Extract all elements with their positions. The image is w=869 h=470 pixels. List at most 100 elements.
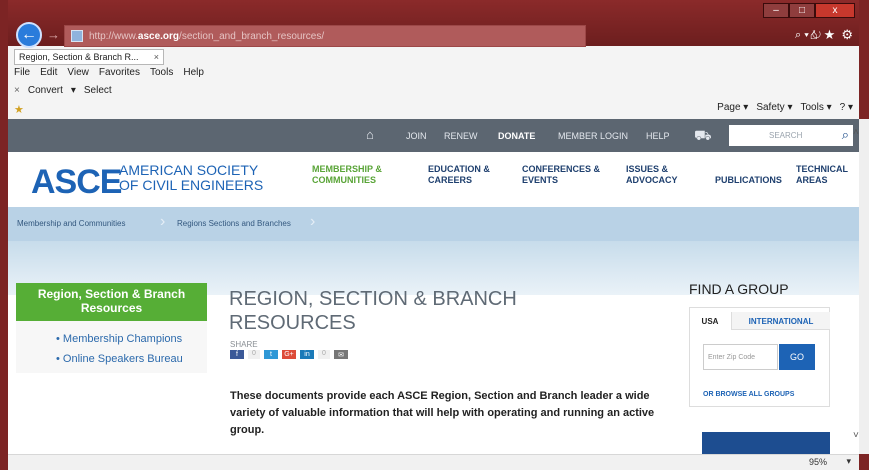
scroll-up-icon[interactable]: ˄ (853, 127, 859, 138)
nav-conferences[interactable]: CONFERENCES & EVENTS (522, 164, 600, 186)
promo-panel (702, 432, 830, 454)
zip-code-input[interactable]: Enter Zip Code (703, 344, 778, 370)
tab-title: Region, Section & Branch R... (19, 52, 139, 62)
breadcrumb-item[interactable]: Regions Sections and Branches (177, 219, 291, 228)
sidebar-link-membership-champions[interactable]: • Membership Champions (56, 333, 182, 345)
close-button[interactable]: x (815, 3, 855, 18)
site-search-input[interactable]: SEARCH ⌕ (729, 125, 853, 146)
browse-all-groups-link[interactable]: OR BROWSE ALL GROUPS (703, 391, 794, 398)
menu-view[interactable]: View (67, 67, 89, 81)
breadcrumb-chevron-icon: › (310, 213, 316, 230)
tab-international[interactable]: INTERNATIONAL (732, 312, 830, 330)
command-bar: × Convert ▾ Select (14, 83, 112, 97)
nav-membership-line1: MEMBERSHIP & (312, 164, 382, 174)
zoom-dropdown-icon[interactable]: ▾ (846, 456, 851, 467)
nav-education-line1: EDUCATION & (428, 164, 490, 174)
linkedin-share-count: 0 (318, 350, 330, 359)
breadcrumb: Membership and Communities › Regions Sec… (8, 207, 859, 241)
address-bar[interactable]: http://www. asce.org /section_and_branch… (64, 25, 586, 47)
go-button[interactable]: GO (779, 344, 815, 370)
home-favorites-settings-icons[interactable]: ⌂★⚙ (810, 27, 859, 43)
find-group-tabs: USA INTERNATIONAL (689, 312, 830, 330)
menu-file[interactable]: File (14, 67, 30, 81)
join-link[interactable]: JOIN (406, 131, 427, 141)
address-prefix: http://www. (89, 30, 138, 42)
tab-close-icon[interactable]: × (154, 52, 159, 62)
renew-link[interactable]: RENEW (444, 131, 478, 141)
sidebar-link-label: Membership Champions (62, 333, 183, 345)
tools-menu[interactable]: Tools ▾ (800, 102, 831, 113)
find-group-title: FIND A GROUP (689, 281, 789, 297)
nav-membership[interactable]: MEMBERSHIP & COMMUNITIES (312, 164, 382, 186)
bullet-icon: • (56, 333, 63, 345)
browser-tab[interactable]: Region, Section & Branch R... × (14, 49, 164, 65)
nav-education[interactable]: EDUCATION & CAREERS (428, 164, 490, 186)
select-button[interactable]: Select (84, 85, 112, 96)
page-favicon-icon (71, 30, 83, 42)
tab-usa[interactable]: USA (689, 312, 732, 330)
nav-issues-line2: ADVOCACY (626, 175, 678, 185)
nav-issues-line1: ISSUES & (626, 164, 669, 174)
nav-issues[interactable]: ISSUES & ADVOCACY (626, 164, 678, 186)
search-placeholder: SEARCH (769, 131, 803, 140)
share-label: SHARE (230, 340, 258, 349)
nav-publications[interactable]: PUBLICATIONS (715, 175, 782, 186)
right-command-bar: Page ▾ Safety ▾ Tools ▾ ? ▾ (717, 102, 853, 113)
search-icon[interactable]: ⌕ (842, 127, 849, 143)
breadcrumb-item[interactable]: Membership and Communities (17, 219, 126, 228)
convert-button[interactable]: Convert (28, 85, 63, 96)
asce-logo-text[interactable]: AMERICAN SOCIETY OF CIVIL ENGINEERS (119, 163, 263, 193)
donate-link[interactable]: DONATE (498, 131, 535, 141)
twitter-share-icon[interactable]: t (264, 350, 278, 359)
sidebar-panel: • Membership Champions • Online Speakers… (16, 321, 207, 373)
intro-paragraph: These documents provide each ASCE Region… (230, 390, 655, 436)
page-menu[interactable]: Page ▾ (717, 102, 748, 113)
breadcrumb-chevron-icon: › (160, 213, 166, 230)
menu-help[interactable]: Help (183, 67, 204, 81)
cart-icon[interactable]: ⛟ (694, 127, 712, 146)
favorites-bar-icon[interactable]: ★ (14, 103, 24, 116)
page-viewport: ⌂ JOIN RENEW DONATE MEMBER LOGIN HELP ⛟ … (8, 119, 859, 454)
menu-tools[interactable]: Tools (150, 67, 173, 81)
vertical-scrollbar[interactable] (859, 119, 869, 454)
help-menu[interactable]: ? ▾ (840, 102, 853, 113)
home-icon[interactable]: ⌂ (366, 127, 374, 142)
menu-edit[interactable]: Edit (40, 67, 57, 81)
window-border-left (0, 0, 8, 470)
share-buttons: f 0 t G+ in 0 ✉ (230, 350, 348, 359)
maximize-button[interactable]: □ (789, 3, 815, 18)
address-path: /section_and_branch_resources/ (179, 30, 325, 42)
page-title: REGION, SECTION & BRANCH RESOURCES (229, 287, 589, 335)
menu-favorites[interactable]: Favorites (99, 67, 140, 81)
nav-membership-line2: COMMUNITIES (312, 175, 376, 185)
nav-conferences-line2: EVENTS (522, 175, 559, 185)
google-plus-share-icon[interactable]: G+ (282, 350, 296, 359)
sidebar-link-label: Online Speakers Bureau (62, 353, 183, 365)
asce-logo[interactable]: ASCE (31, 163, 122, 202)
minimize-button[interactable]: ‒ (763, 3, 789, 18)
member-login-link[interactable]: MEMBER LOGIN (558, 131, 628, 141)
menu-bar: File Edit View Favorites Tools Help (14, 67, 204, 81)
back-button[interactable]: ← (16, 22, 42, 48)
email-share-icon[interactable]: ✉ (334, 350, 348, 359)
convert-dropdown-icon[interactable]: ▾ (71, 85, 76, 96)
address-domain: asce.org (137, 30, 180, 42)
nav-technical-line2: AREAS (796, 175, 828, 185)
linkedin-share-icon[interactable]: in (300, 350, 314, 359)
forward-button[interactable]: → (47, 27, 60, 42)
logo-line-2: OF CIVIL ENGINEERS (119, 177, 264, 193)
status-bar: 95% ▾ (8, 454, 859, 470)
nav-publications-line1: PUBLICATIONS (715, 175, 782, 185)
zoom-level[interactable]: 95% (809, 457, 827, 467)
nav-technical-line1: TECHNICAL (796, 164, 848, 174)
facebook-share-count: 0 (248, 350, 260, 359)
toolbar-close-icon[interactable]: × (14, 85, 20, 96)
nav-technical[interactable]: TECHNICAL AREAS (796, 164, 848, 186)
help-link[interactable]: HELP (646, 131, 670, 141)
window-controls: ‒ □ x (763, 3, 855, 18)
facebook-share-icon[interactable]: f (230, 350, 244, 359)
scroll-down-icon[interactable]: ˅ (853, 430, 859, 441)
sidebar-title: Region, Section & Branch Resources (16, 283, 207, 321)
sidebar-link-speakers-bureau[interactable]: • Online Speakers Bureau (56, 353, 183, 365)
safety-menu[interactable]: Safety ▾ (756, 102, 792, 113)
